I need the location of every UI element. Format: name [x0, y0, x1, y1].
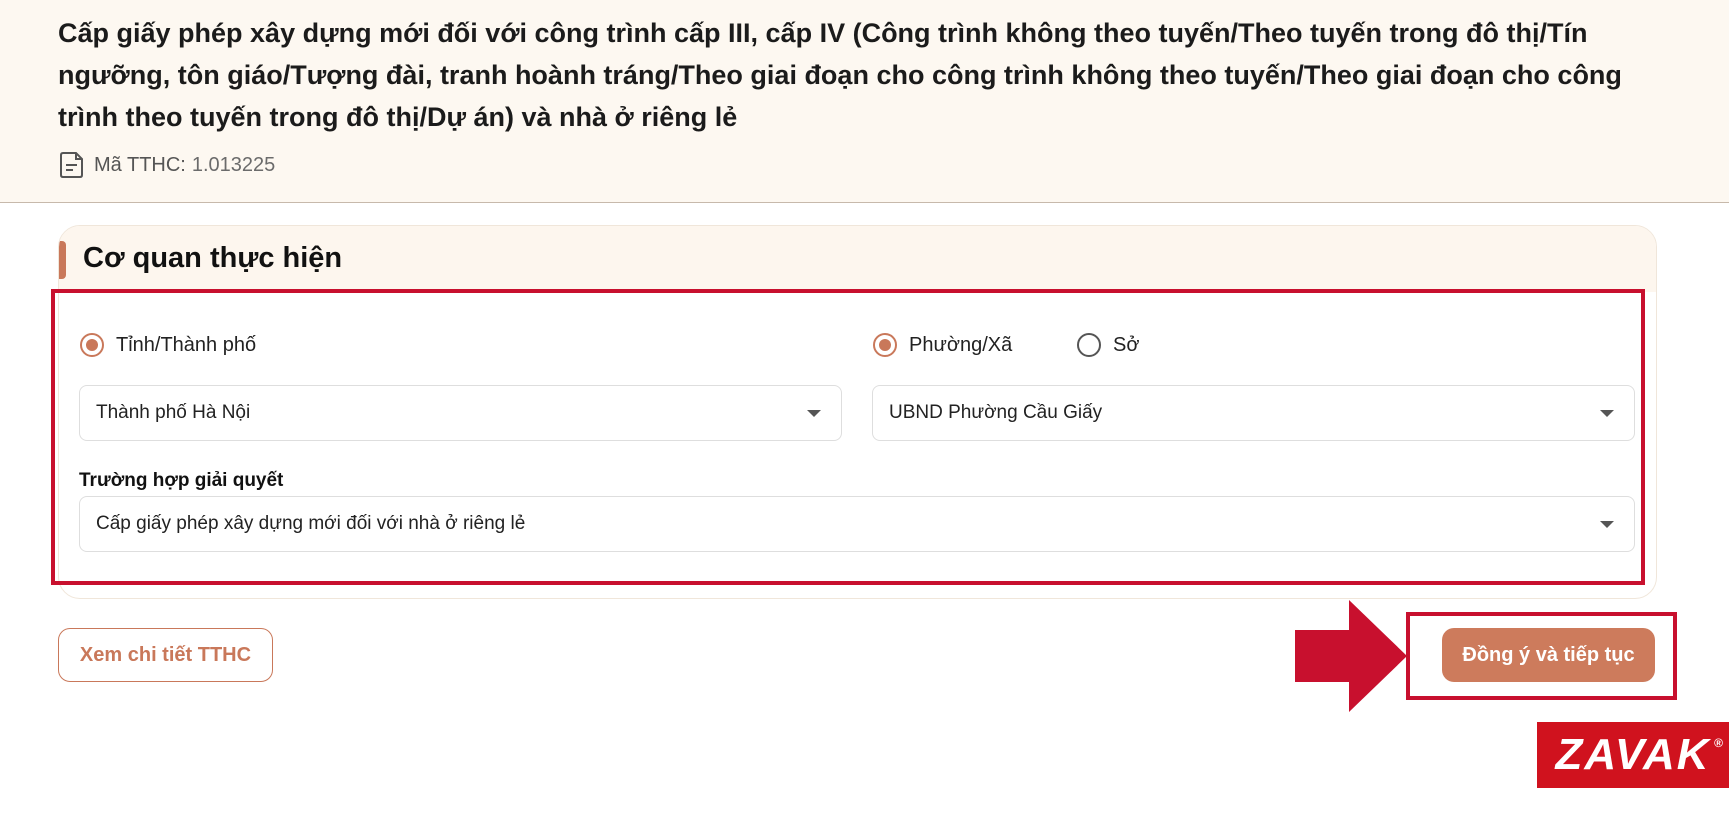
pointer-arrow-icon: [1295, 600, 1407, 712]
highlight-box-continue: [1406, 612, 1677, 700]
procedure-code-row: Mã TTHC: 1.013225: [58, 150, 275, 180]
procedure-title: Cấp giấy phép xây dựng mới đối với công …: [58, 18, 1622, 132]
registered-mark: ®: [1714, 736, 1725, 750]
view-procedure-details-button[interactable]: Xem chi tiết TTHC: [58, 628, 273, 682]
document-icon: [58, 150, 86, 180]
zavak-logo: ZAVAK ®: [1537, 722, 1729, 788]
procedure-code-value: 1.013225: [191, 153, 276, 176]
logo-text: ZAVAK: [1555, 730, 1711, 779]
procedure-header: Cấp giấy phép xây dựng mới đối với công …: [0, 0, 1729, 203]
agency-section-title: Cơ quan thực hiện: [83, 242, 343, 274]
highlight-box-agency: [51, 289, 1645, 585]
procedure-code-label: Mã TTHC:: [94, 153, 186, 176]
agency-card-header: Cơ quan thực hiện: [59, 226, 1656, 292]
section-accent-bar: [59, 241, 66, 279]
